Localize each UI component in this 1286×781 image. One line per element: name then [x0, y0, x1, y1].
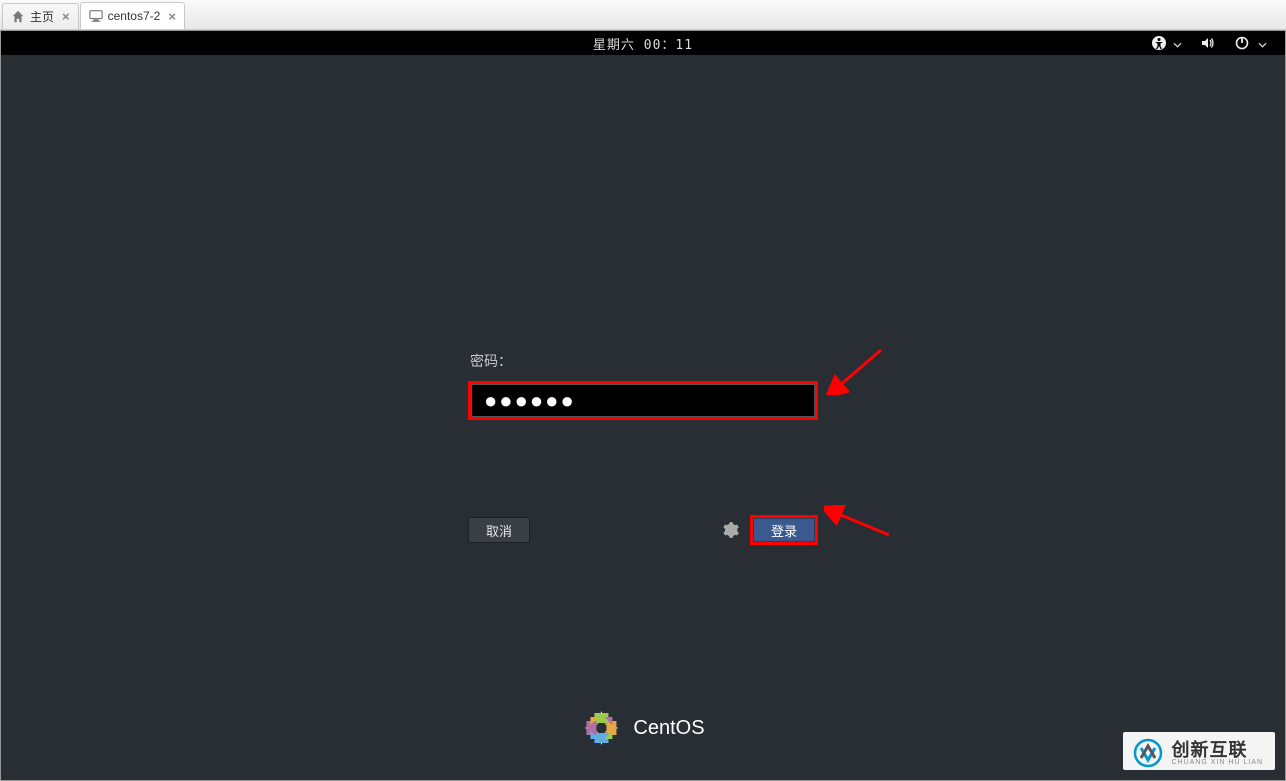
- tab-bar: 主页 × centos7-2 ×: [0, 0, 1286, 30]
- annotation-highlight-password: [468, 381, 818, 420]
- close-icon[interactable]: ×: [62, 9, 70, 24]
- login-form: 密码： 取消 登录: [468, 351, 818, 545]
- chevron-down-icon: [1173, 36, 1182, 51]
- volume-icon[interactable]: [1200, 35, 1216, 51]
- monitor-icon: [89, 9, 103, 23]
- accessibility-menu[interactable]: [1151, 35, 1182, 51]
- watermark: 创新互联 CHUANG XIN HU LIAN: [1123, 732, 1275, 770]
- tab-home[interactable]: 主页 ×: [2, 3, 79, 29]
- annotation-arrow: [826, 345, 886, 395]
- datetime-label[interactable]: 星期六 00：11: [593, 34, 693, 53]
- close-icon[interactable]: ×: [168, 9, 176, 24]
- password-label: 密码：: [470, 351, 818, 371]
- watermark-main: 创新互联: [1171, 741, 1263, 759]
- desktop-screen: 星期六 00：11 密码：: [0, 30, 1286, 781]
- tab-label: centos7-2: [108, 9, 161, 23]
- gear-icon: [721, 521, 739, 539]
- annotation-highlight-login: 登录: [750, 515, 818, 545]
- password-input[interactable]: [471, 384, 815, 417]
- session-options-button[interactable]: [720, 520, 740, 540]
- cancel-button[interactable]: 取消: [468, 517, 530, 543]
- centos-logo-icon: [581, 708, 621, 748]
- login-button[interactable]: 登录: [753, 518, 815, 542]
- centos-brand: CentOS: [581, 708, 704, 748]
- accessibility-icon: [1151, 35, 1167, 51]
- centos-text: CentOS: [633, 717, 704, 740]
- watermark-logo-icon: [1133, 738, 1163, 768]
- gnome-top-bar: 星期六 00：11: [1, 31, 1285, 55]
- annotation-arrow: [824, 505, 894, 540]
- tab-vm-centos7-2[interactable]: centos7-2 ×: [80, 2, 185, 29]
- watermark-sub: CHUANG XIN HU LIAN: [1171, 759, 1263, 766]
- login-button-row: 取消 登录: [468, 515, 818, 545]
- tab-label: 主页: [30, 8, 54, 25]
- home-icon: [11, 10, 25, 24]
- system-tray: [1151, 35, 1267, 51]
- chevron-down-icon: [1258, 36, 1267, 51]
- power-icon[interactable]: [1234, 35, 1250, 51]
